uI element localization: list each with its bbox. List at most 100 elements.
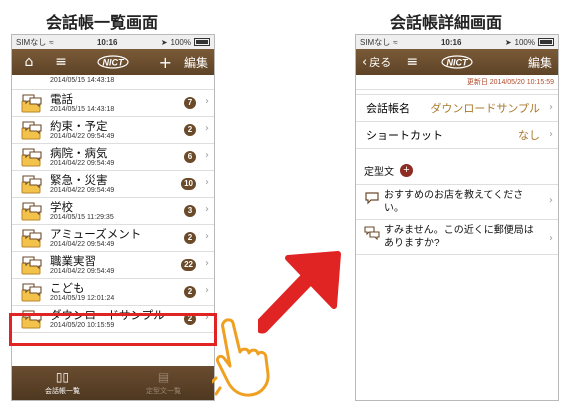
tab-label: 会話帳一覧 (45, 388, 80, 395)
list-item-date: 2014/05/15 14:43:18 (50, 77, 115, 84)
chevron-right-icon: › (205, 285, 209, 296)
battery-label: 100% (170, 37, 191, 47)
count-badge: 2 (184, 124, 196, 136)
list-item-title: 職業実習 (50, 256, 96, 268)
add-phrase-icon[interactable]: + (400, 164, 413, 177)
chevron-right-icon: › (549, 102, 553, 113)
sort-icon[interactable]: ≡ (50, 54, 72, 70)
speech-bubble-icon (365, 192, 379, 205)
conversation-book-icon (21, 283, 42, 302)
tab-bar: ▯▯ 会話帳一覧 ▤ 定型文一覧 (12, 366, 214, 400)
carrier-label: SIMなし (16, 37, 47, 47)
list-item-date: 2014/04/22 09:54:49 (50, 133, 115, 140)
navigation-bar: ‹ 戻る ≡ NICT 編集 (356, 49, 558, 75)
list-item[interactable]: 職業実習 2014/04/22 09:54:49 22 › (12, 252, 214, 279)
list-item-title: 緊急・災害 (50, 175, 108, 187)
list-item-date: 2014/04/22 09:54:49 (50, 187, 115, 194)
list-item-date: 2014/05/19 12:01:24 (50, 295, 115, 302)
detail-screen-caption: 会話帳詳細画面 (390, 13, 503, 32)
highlight-download-sample (9, 313, 217, 346)
phrase-text: すみません。この近くに郵便局はありますか? (384, 225, 534, 249)
list-item-date: 2014/04/22 09:54:49 (50, 268, 115, 275)
book-icon: ▯▯ (55, 370, 70, 384)
location-icon: ➤ (160, 37, 168, 47)
count-badge: 7 (184, 97, 196, 109)
shortcut-row[interactable]: ショートカット なし › (356, 122, 558, 149)
phrases-label: 定型文 (364, 167, 394, 178)
book-name-value: ダウンロードサンプル (430, 103, 540, 115)
chevron-right-icon: › (205, 204, 209, 215)
shortcut-label: ショートカット (366, 130, 443, 142)
edit-button[interactable]: 編集 (528, 54, 552, 71)
list-item-date: 2014/05/15 11:29:35 (50, 214, 114, 221)
updated-date: 更新日 2014/05/20 10:15:59 (356, 75, 558, 90)
list-item[interactable]: こども 2014/05/19 12:01:24 2 › (12, 279, 214, 306)
conversation-book-icon (21, 256, 42, 275)
list-item-title: 学校 (50, 202, 73, 214)
carrier-label: SIMなし (360, 37, 391, 47)
chevron-right-icon: › (549, 233, 553, 244)
home-icon[interactable]: ⌂ (18, 54, 40, 70)
sort-icon[interactable]: ≡ (401, 54, 423, 70)
conversation-book-icon (21, 229, 42, 248)
chevron-right-icon: › (549, 195, 553, 206)
chevron-right-icon: › (205, 96, 209, 107)
list-item-title: こども (50, 283, 85, 295)
count-badge: 6 (184, 151, 196, 163)
edit-button[interactable]: 編集 (184, 54, 208, 71)
phrase-text: おすすめのお店を教えてください。 (384, 190, 524, 214)
conversation-book-list: 2014/05/15 14:43:18 電話 2014/05/15 14:43:18… (12, 75, 214, 333)
count-badge: 2 (184, 286, 196, 298)
book-name-label: 会話帳名 (366, 103, 410, 115)
chevron-right-icon: › (549, 129, 553, 140)
conversation-book-icon (21, 94, 42, 113)
list-item[interactable]: 病院・病気 2014/04/22 09:54:49 6 › (12, 144, 214, 171)
location-icon: ➤ (504, 37, 512, 47)
phrase-item[interactable]: おすすめのお店を教えてください。 › (356, 185, 558, 220)
svg-text:NICT: NICT (447, 58, 469, 68)
phrases-header: 定型文 + (356, 149, 558, 185)
list-item[interactable]: アミューズメント 2014/04/22 09:54:49 2 › (12, 225, 214, 252)
tab-phrases[interactable]: ▤ 定型文一覧 (113, 366, 214, 400)
back-button[interactable]: ‹ 戻る (362, 54, 391, 70)
chevron-left-icon: ‹ (362, 54, 368, 70)
add-button[interactable]: + (159, 53, 172, 72)
list-item-date: 2014/05/15 14:43:18 (50, 106, 115, 113)
phrase-item[interactable]: すみません。この近くに郵便局はありますか? › (356, 220, 558, 255)
status-bar: SIMなし ≈ 10:16 ➤ 100% (356, 35, 558, 49)
list-screen-caption: 会話帳一覧画面 (46, 13, 159, 32)
list-item[interactable]: 緊急・災害 2014/04/22 09:54:49 10 › (12, 171, 214, 198)
count-badge: 3 (184, 205, 196, 217)
conversation-book-icon (21, 121, 42, 140)
list-item[interactable]: 学校 2014/05/15 11:29:35 3 › (12, 198, 214, 225)
tab-conversation-books[interactable]: ▯▯ 会話帳一覧 (12, 366, 113, 400)
chevron-right-icon: › (205, 258, 209, 269)
document-icon: ▤ (157, 370, 170, 384)
conversation-book-icon (21, 148, 42, 167)
battery-icon (194, 38, 210, 46)
transition-arrow-icon (258, 251, 341, 334)
battery-label: 100% (514, 37, 535, 47)
nict-logo: NICT (441, 55, 473, 69)
chevron-right-icon: › (205, 123, 209, 134)
chevron-right-icon: › (205, 177, 209, 188)
list-item[interactable]: 2014/05/15 14:43:18 (12, 75, 214, 90)
count-badge: 22 (181, 259, 196, 271)
svg-text:NICT: NICT (103, 58, 125, 68)
list-item[interactable]: 電話 2014/05/15 14:43:18 7 › (12, 90, 214, 117)
conversation-book-icon (21, 202, 42, 221)
list-item-title: 病院・病気 (50, 148, 108, 160)
status-bar: SIMなし ≈ 10:16 ➤ 100% (12, 35, 214, 49)
chevron-right-icon: › (205, 231, 209, 242)
book-name-row[interactable]: 会話帳名 ダウンロードサンプル › (356, 94, 558, 122)
list-item-title: 約束・予定 (50, 121, 108, 133)
list-item[interactable]: 約束・予定 2014/04/22 09:54:49 2 › (12, 117, 214, 144)
status-time: 10:16 (440, 37, 462, 47)
list-item-date: 2014/04/22 09:54:49 (50, 160, 115, 167)
nict-logo: NICT (97, 55, 129, 69)
list-item-title: アミューズメント (50, 229, 142, 241)
shortcut-value: なし (518, 130, 540, 142)
battery-icon (538, 38, 554, 46)
list-item-title: 電話 (50, 94, 73, 106)
conversation-book-icon (21, 175, 42, 194)
